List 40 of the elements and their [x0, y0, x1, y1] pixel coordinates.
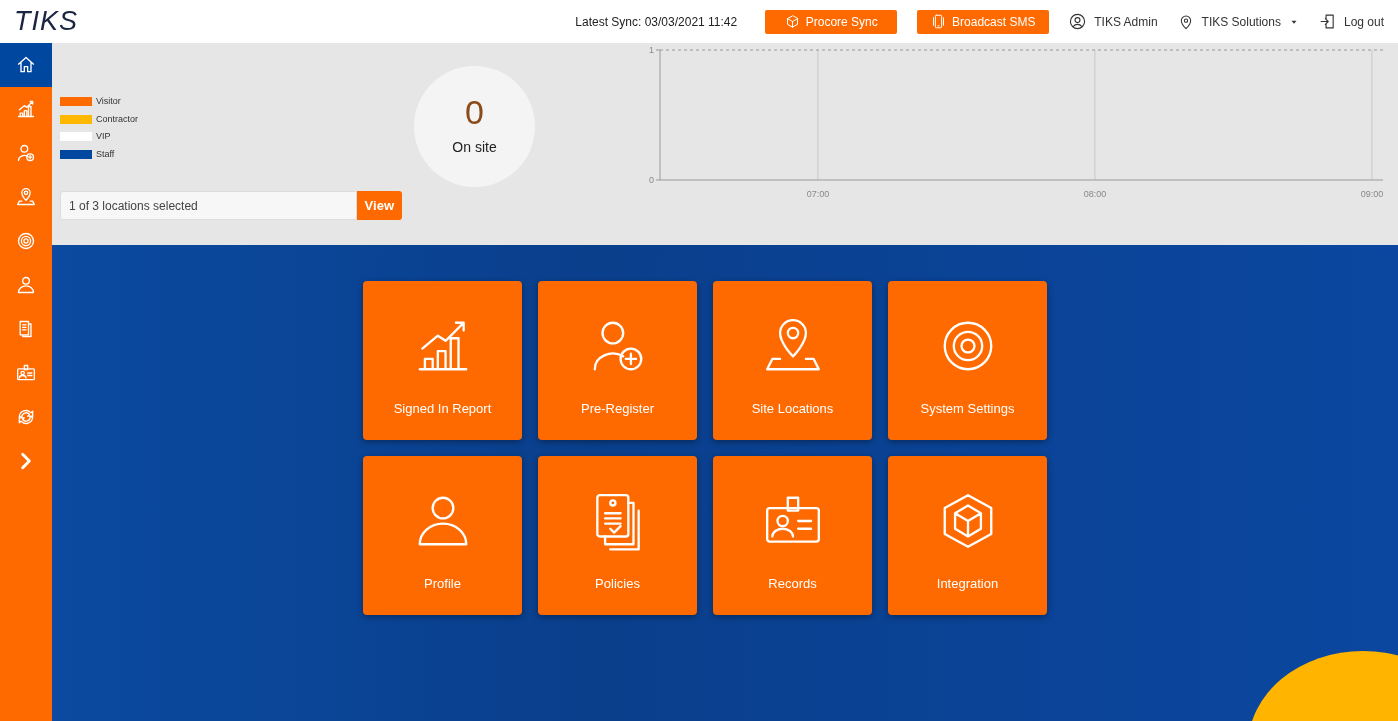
menu-tile[interactable]: System Settings	[888, 281, 1047, 440]
user-link[interactable]: TIKS Admin	[1069, 12, 1158, 31]
user-icon	[1069, 13, 1087, 30]
legend-label: Staff	[96, 147, 115, 161]
menu-tile[interactable]: Records	[713, 456, 872, 615]
legend-label: VIP	[96, 130, 111, 143]
sync-status: Latest Sync: 03/03/2021 11:42	[575, 13, 738, 31]
sync-icon	[16, 407, 36, 427]
y-tick-label: 1	[649, 45, 654, 55]
menu-tile[interactable]: Policies	[538, 456, 697, 615]
cube-icon	[784, 14, 800, 29]
x-tick-label: 07:00	[806, 189, 830, 199]
menu-tile[interactable]: Profile	[363, 456, 522, 615]
view-button[interactable]: View	[356, 191, 402, 220]
menu-tile[interactable]: Integration	[888, 456, 1047, 615]
sidebar-item[interactable]	[0, 43, 52, 87]
company-dropdown[interactable]: TIKS Solutions	[1177, 12, 1299, 31]
on-site-label: On site	[452, 138, 497, 157]
logout-link[interactable]: Log out	[1318, 12, 1384, 31]
header-button[interactable]: Broadcast SMS	[917, 9, 1050, 34]
bar-chart-icon	[16, 99, 36, 119]
person-add-icon	[16, 143, 36, 163]
menu-tile[interactable]: Signed In Report	[363, 281, 522, 440]
logout-icon	[1318, 13, 1336, 30]
logo: TIKS	[14, 8, 78, 35]
location-select[interactable]: 1 of 3 locations selected	[60, 191, 357, 220]
y-tick-label: 0	[649, 175, 654, 185]
x-tick-label: 09:00	[1360, 189, 1384, 199]
x-tick-label: 08:00	[1083, 189, 1107, 199]
header-button[interactable]: Procore Sync	[765, 9, 898, 34]
id-card-icon	[16, 363, 36, 383]
home-icon	[16, 55, 36, 75]
legend-label: Visitor	[96, 95, 121, 108]
person-icon	[16, 275, 36, 295]
menu-tile[interactable]: Pre-Register	[538, 281, 697, 440]
on-site-count: 0	[465, 95, 484, 129]
phone-icon	[931, 14, 947, 29]
menu-tile[interactable]: Site Locations	[713, 281, 872, 440]
legend-label: Contractor	[96, 112, 139, 126]
map-pin-icon	[16, 187, 36, 207]
